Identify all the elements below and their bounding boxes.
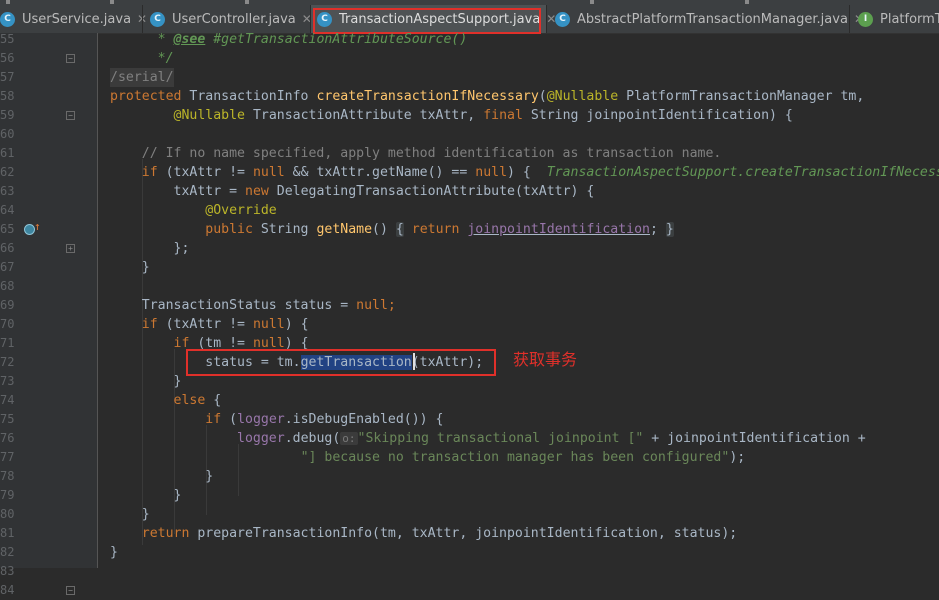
line-number: 72 — [0, 355, 15, 369]
interface-icon: I — [858, 11, 873, 27]
tab-label: TransactionAspectSupport.java — [339, 11, 541, 27]
code-line-69: TransactionStatus status = null; — [141, 298, 396, 313]
line-number: 62 — [0, 165, 15, 179]
line-number: 73 — [0, 374, 15, 388]
annotation-highlight-box — [186, 349, 496, 376]
fold-expand-icon[interactable] — [66, 244, 75, 253]
line-number: 68 — [0, 279, 15, 293]
breadcrumb-separator — [110, 0, 114, 4]
fold-collapse-icon[interactable] — [66, 54, 75, 63]
code-line-67: } — [141, 260, 150, 275]
code-line-58: protected TransactionInfo createTransact… — [110, 89, 865, 104]
line-number: 66 — [0, 241, 15, 255]
tab-label: UserService.java — [22, 11, 132, 27]
class-icon: C — [150, 11, 165, 27]
code-line-81: return prepareTransactionInfo(tm, txAttr… — [141, 526, 738, 541]
breadcrumb-separator — [6, 0, 10, 4]
line-number: 57 — [0, 70, 15, 84]
code-line-66: }; — [173, 241, 190, 256]
breadcrumb-separator — [745, 0, 749, 4]
tab-divider — [546, 5, 547, 33]
code-line-63: txAttr = new DelegatingTransactionAttrib… — [173, 184, 595, 199]
line-number: 55 — [0, 32, 15, 46]
code-line-79: } — [173, 488, 182, 503]
line-number: 61 — [0, 146, 15, 160]
class-icon: C — [555, 11, 570, 27]
line-number: 75 — [0, 412, 15, 426]
line-number: 67 — [0, 260, 15, 274]
code-line-70: if (txAttr != null) { — [141, 317, 309, 332]
fold-collapse-icon[interactable] — [66, 111, 75, 120]
line-number: 70 — [0, 317, 15, 331]
line-number: 58 — [0, 89, 15, 103]
line-number: 82 — [0, 545, 15, 559]
code-line-74: else { — [173, 393, 222, 408]
line-number: 74 — [0, 393, 15, 407]
class-icon: C — [317, 11, 332, 27]
line-number: 81 — [0, 526, 15, 540]
code-line-61: // If no name specified, apply method id… — [141, 146, 722, 161]
code-line-77: "] because no transaction manager has be… — [300, 450, 746, 465]
tab-userservice[interactable]: C UserService.java ✕ — [0, 5, 147, 33]
code-line-59: @Nullable TransactionAttribute txAttr, f… — [173, 108, 793, 123]
annotation-note: 获取事务 — [513, 350, 578, 369]
line-number: 60 — [0, 127, 15, 141]
code-line-55: * @see #getTransactionAttributeSource() — [149, 32, 468, 47]
line-number: 83 — [0, 564, 15, 578]
tab-abstractplatformtransactionmanager[interactable]: C AbstractPlatformTransactionManager.jav… — [555, 5, 864, 33]
breadcrumb-separator — [590, 0, 594, 4]
tab-usercontroller[interactable]: C UserController.java ✕ — [150, 5, 312, 33]
tab-label: UserController.java — [172, 11, 296, 27]
code-line-80: } — [141, 507, 150, 522]
line-number: 59 — [0, 108, 15, 122]
tab-divider — [849, 5, 850, 33]
code-line-75: if (logger.isDebugEnabled()) { — [205, 412, 444, 427]
code-line-73: } — [173, 374, 182, 389]
code-line-56: */ — [149, 51, 174, 66]
parameter-hint: o: — [340, 432, 358, 445]
code-line-64: @Override — [205, 203, 277, 218]
tab-divider — [142, 5, 143, 33]
tab-label: AbstractPlatformTransactionManager.java — [577, 11, 848, 27]
line-number: 71 — [0, 336, 15, 350]
line-number: 76 — [0, 431, 15, 445]
line-number: 77 — [0, 450, 15, 464]
code-line-57: /serial/ — [110, 68, 174, 87]
implements-arrow-icon: ↑ — [34, 220, 41, 233]
line-number: 64 — [0, 203, 15, 217]
line-number: 63 — [0, 184, 15, 198]
code-line-76: logger.debug(o: "Skipping transactional j… — [237, 431, 866, 446]
editor-tab-bar: C UserService.java ✕ C UserController.ja… — [0, 0, 939, 34]
breadcrumb-separator — [245, 0, 249, 4]
line-number: 80 — [0, 507, 15, 521]
tab-label: PlatformT — [880, 11, 939, 27]
code-line-65: public String getName() { return joinpoi… — [205, 222, 674, 237]
tab-platformtransactionmanager[interactable]: I PlatformT — [858, 5, 939, 33]
line-number: 84 — [0, 583, 15, 597]
code-line-78: } — [205, 469, 214, 484]
code-line-82: } — [110, 545, 118, 560]
code-line-62: if (txAttr != null && txAttr.getName() =… — [141, 165, 939, 180]
line-number: 65 — [0, 222, 15, 236]
fold-collapse-icon[interactable] — [66, 586, 75, 595]
line-number: 78 — [0, 469, 15, 483]
line-number: 79 — [0, 488, 15, 502]
line-number: 69 — [0, 298, 15, 312]
line-number: 56 — [0, 51, 15, 65]
class-icon: C — [0, 11, 15, 27]
tab-transactionaspectsupport[interactable]: C TransactionAspectSupport.java ✕ — [311, 5, 556, 33]
code-editor[interactable]: * @see #getTransactionAttributeSource() … — [98, 32, 939, 568]
